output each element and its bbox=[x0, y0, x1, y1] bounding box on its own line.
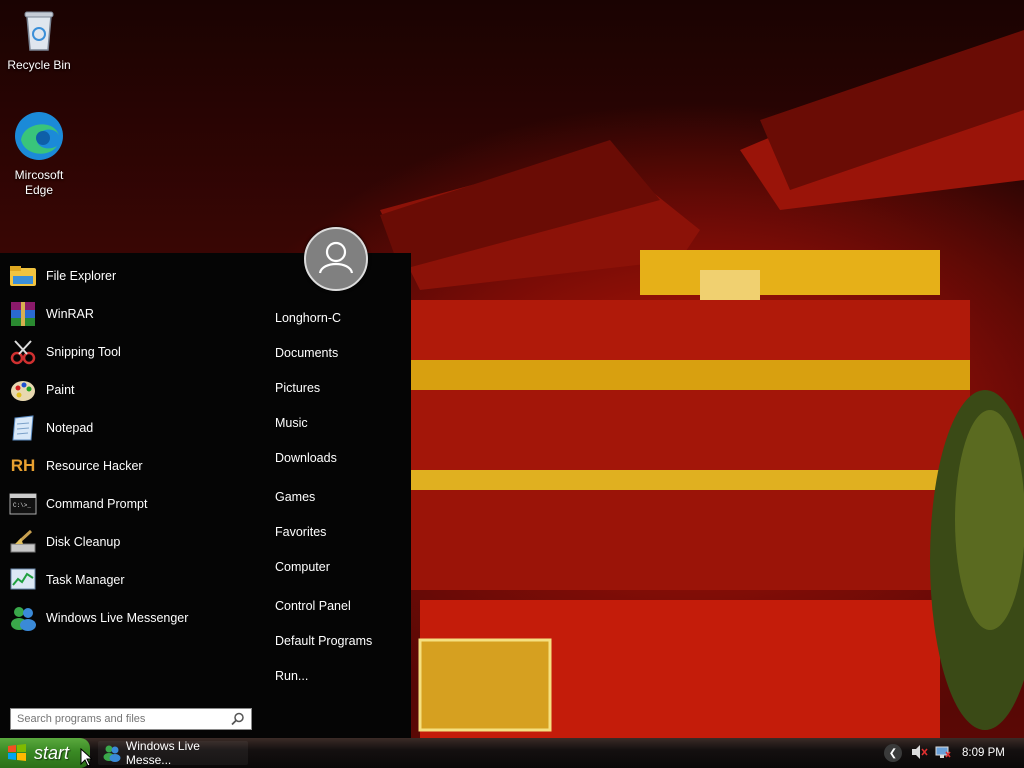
task-manager-icon bbox=[8, 565, 38, 595]
windows-logo-icon bbox=[8, 744, 26, 761]
messenger-icon bbox=[8, 603, 38, 633]
program-notepad[interactable]: Notepad bbox=[8, 411, 248, 445]
program-snipping-tool[interactable]: Snipping Tool bbox=[8, 335, 248, 369]
place-documents[interactable]: Documents bbox=[275, 346, 338, 360]
program-label: Snipping Tool bbox=[46, 345, 121, 359]
search-icon[interactable] bbox=[231, 712, 245, 731]
start-button[interactable]: start bbox=[0, 738, 90, 768]
system-tray: ❮ 8:09 PM bbox=[884, 738, 1024, 768]
start-label: start bbox=[34, 742, 70, 763]
program-disk-cleanup[interactable]: Disk Cleanup bbox=[8, 525, 248, 559]
place-default-programs[interactable]: Default Programs bbox=[275, 634, 372, 648]
rh-icon: RH bbox=[10, 456, 36, 475]
program-label: File Explorer bbox=[46, 269, 117, 283]
place-favorites[interactable]: Favorites bbox=[275, 525, 326, 539]
edge-shortcut[interactable]: Mircosoft Edge bbox=[0, 110, 78, 198]
program-label: Paint bbox=[46, 383, 75, 397]
cmd-icon: C:\>_ bbox=[8, 489, 38, 519]
recycle-bin-icon bbox=[24, 11, 54, 51]
user-avatar[interactable] bbox=[304, 227, 368, 291]
program-label: Notepad bbox=[46, 421, 94, 435]
program-winrar[interactable]: WinRAR bbox=[8, 297, 248, 331]
program-task-manager[interactable]: Task Manager bbox=[8, 563, 248, 597]
notepad-icon bbox=[8, 413, 38, 443]
edge-label: Mircosoft Edge bbox=[14, 168, 64, 197]
program-windows-live-messenger[interactable]: Windows Live Messenger bbox=[8, 601, 248, 635]
paint-palette-icon bbox=[8, 375, 38, 405]
program-resource-hacker[interactable]: RH Resource Hacker bbox=[8, 449, 248, 483]
place-downloads[interactable]: Downloads bbox=[275, 451, 337, 465]
winrar-icon bbox=[8, 299, 38, 329]
program-label: WinRAR bbox=[46, 307, 94, 321]
program-label: Resource Hacker bbox=[46, 459, 143, 473]
edge-icon bbox=[15, 112, 63, 160]
start-menu: File Explorer WinRAR Snipping Tool Paint… bbox=[0, 227, 411, 738]
network-icon[interactable] bbox=[934, 744, 952, 763]
clock[interactable]: 8:09 PM bbox=[962, 747, 1005, 759]
program-paint[interactable]: Paint bbox=[8, 373, 248, 407]
folder-icon bbox=[8, 261, 38, 291]
user-icon bbox=[318, 241, 354, 274]
taskbar: start Windows Live Messe... ❮ 8:09 PM bbox=[0, 738, 1024, 768]
volume-muted-icon[interactable] bbox=[910, 744, 928, 763]
messenger-icon bbox=[103, 745, 121, 762]
search-input[interactable] bbox=[11, 710, 227, 728]
place-computer[interactable]: Computer bbox=[275, 560, 330, 574]
place-music[interactable]: Music bbox=[275, 416, 308, 430]
place-user-folder[interactable]: Longhorn-C bbox=[275, 311, 341, 325]
svg-text:C:\>_: C:\>_ bbox=[13, 502, 31, 509]
program-label: Task Manager bbox=[46, 573, 125, 587]
recycle-bin-label: Recycle Bin bbox=[7, 58, 71, 72]
disk-cleanup-icon bbox=[8, 527, 38, 557]
search-box bbox=[10, 708, 252, 730]
taskbar-item-messenger[interactable]: Windows Live Messe... bbox=[98, 739, 248, 767]
program-label: Command Prompt bbox=[46, 497, 148, 511]
place-pictures[interactable]: Pictures bbox=[275, 381, 320, 395]
program-label: Disk Cleanup bbox=[46, 535, 121, 549]
scissors-icon bbox=[8, 337, 38, 367]
program-file-explorer[interactable]: File Explorer bbox=[8, 259, 248, 293]
recycle-bin-shortcut[interactable]: Recycle Bin bbox=[0, 6, 78, 73]
place-control-panel[interactable]: Control Panel bbox=[275, 599, 351, 613]
place-run[interactable]: Run... bbox=[275, 669, 308, 683]
taskbar-item-label: Windows Live Messe... bbox=[125, 739, 200, 767]
show-hidden-icons-icon[interactable]: ❮ bbox=[884, 744, 902, 762]
program-label: Windows Live Messenger bbox=[46, 611, 189, 625]
mouse-cursor-icon bbox=[80, 748, 92, 766]
place-games[interactable]: Games bbox=[275, 490, 315, 504]
program-command-prompt[interactable]: C:\>_ Command Prompt bbox=[8, 487, 248, 521]
